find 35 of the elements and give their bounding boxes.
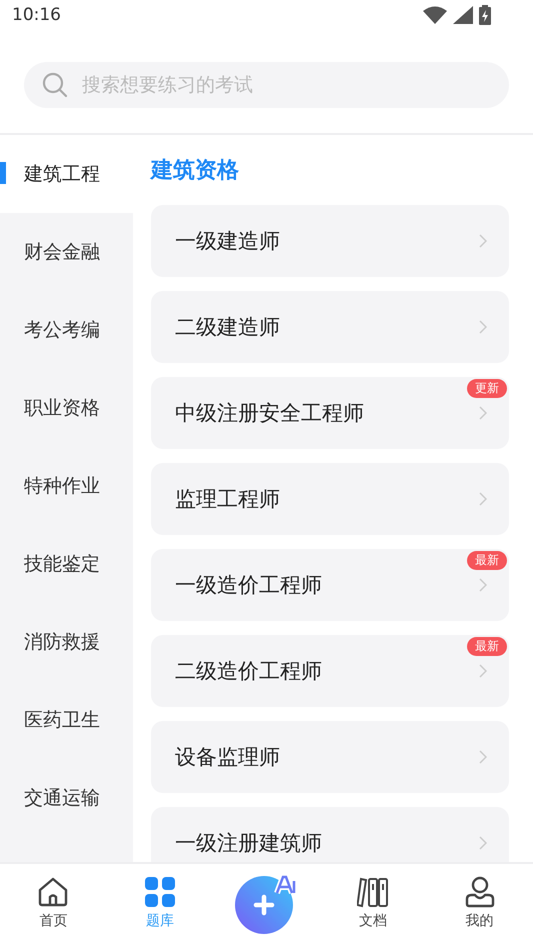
battery-icon bbox=[479, 5, 491, 25]
chevron-icon bbox=[479, 406, 487, 420]
new-badge: 最新 bbox=[467, 637, 507, 656]
exam-card[interactable]: 一级注册建筑师 bbox=[151, 807, 509, 862]
chevron-icon bbox=[479, 750, 487, 764]
binders-icon bbox=[357, 876, 390, 908]
exam-card[interactable]: 一级建造师 bbox=[151, 205, 509, 277]
chevron-icon bbox=[479, 664, 487, 678]
exam-card[interactable]: 一级造价工程师 最新 bbox=[151, 549, 509, 621]
chevron-icon bbox=[479, 234, 487, 248]
home-icon bbox=[37, 876, 70, 908]
nav-tab[interactable]: 首页 bbox=[0, 864, 107, 948]
nav-tab[interactable]: 我的 bbox=[426, 864, 533, 948]
signal-icon bbox=[453, 6, 473, 24]
chevron-icon bbox=[479, 836, 487, 850]
status-time: 10:16 bbox=[12, 5, 61, 25]
person-icon bbox=[464, 876, 496, 908]
search-icon bbox=[42, 72, 68, 98]
grid-icon bbox=[144, 876, 176, 908]
wifi-icon bbox=[423, 6, 447, 24]
category-item[interactable]: 建筑工程 bbox=[0, 135, 133, 213]
section-title: 建筑资格 bbox=[151, 157, 240, 185]
new-badge: 最新 bbox=[467, 551, 507, 570]
chevron-icon bbox=[479, 492, 487, 506]
exam-card[interactable]: 设备监理师 bbox=[151, 721, 509, 793]
selection-bar bbox=[0, 162, 6, 184]
exam-card[interactable]: 二级造价工程师 最新 bbox=[151, 635, 509, 707]
exam-card[interactable]: 中级注册安全工程师 更新 bbox=[151, 377, 509, 449]
new-badge: 更新 bbox=[467, 379, 507, 398]
chevron-icon bbox=[479, 320, 487, 334]
search-field[interactable]: 搜索想要练习的考试 bbox=[24, 62, 509, 108]
nav-tab[interactable]: 文档 bbox=[320, 864, 426, 948]
exam-card[interactable]: 二级建造师 bbox=[151, 291, 509, 363]
chevron-icon bbox=[479, 578, 487, 592]
exam-card[interactable]: 监理工程师 bbox=[151, 463, 509, 535]
